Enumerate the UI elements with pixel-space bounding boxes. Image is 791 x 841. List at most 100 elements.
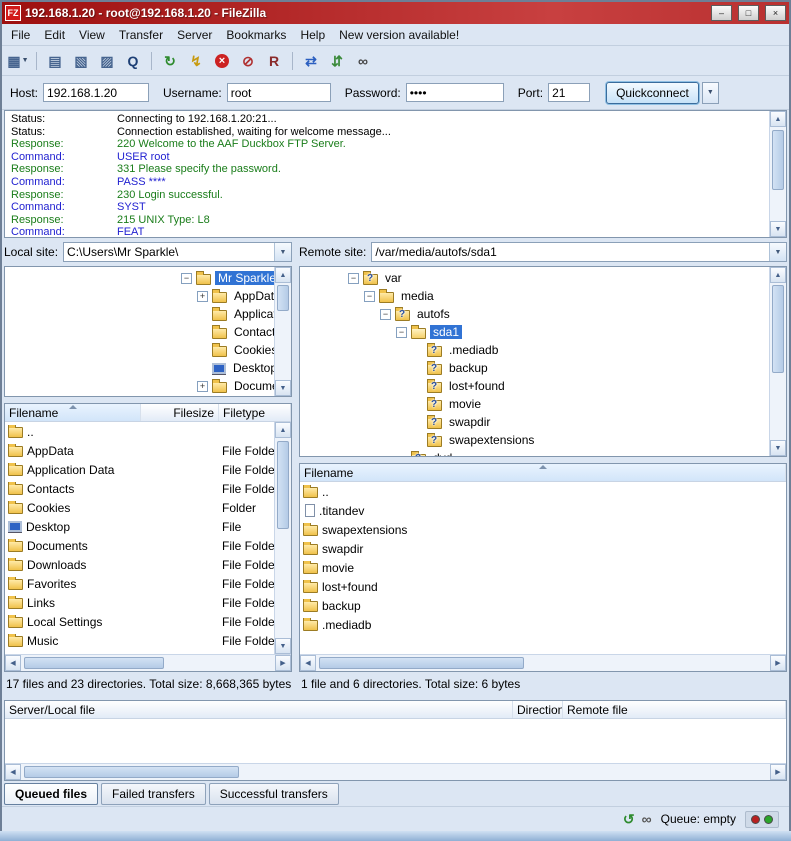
- file-row-lost-found[interactable]: lost+found: [300, 577, 786, 596]
- find-files-button[interactable]: ∞: [351, 49, 375, 72]
- username-input[interactable]: [227, 83, 331, 102]
- tab-successful-transfers[interactable]: Successful transfers: [209, 783, 339, 805]
- tree-item-appdata[interactable]: +AppData: [5, 287, 274, 305]
- remote-tree-scrollbar[interactable]: ▲▼: [769, 267, 786, 456]
- scroll-down-button[interactable]: ▼: [770, 440, 786, 456]
- column-header-server-local-file[interactable]: Server/Local file: [5, 701, 513, 718]
- tree-item-desktop[interactable]: Desktop: [5, 359, 274, 377]
- column-header-remote-file[interactable]: Remote file: [563, 701, 786, 718]
- minimize-button[interactable]: –: [711, 5, 732, 21]
- menu-item-file[interactable]: File: [4, 25, 37, 45]
- scrollbar-thumb[interactable]: [277, 441, 289, 529]
- file-row-desktop[interactable]: DesktopFile: [5, 517, 274, 536]
- tree-item-movie[interactable]: ?movie: [300, 395, 769, 413]
- process-queue-button[interactable]: ↯: [184, 49, 208, 72]
- tab-queued-files[interactable]: Queued files: [4, 783, 98, 805]
- scrollbar-thumb[interactable]: [319, 657, 524, 669]
- combo-dropdown-icon[interactable]: ▼: [769, 243, 786, 261]
- refresh-button[interactable]: ↻: [158, 49, 182, 72]
- tree-item-documents[interactable]: +Documents: [5, 377, 274, 395]
- scroll-down-button[interactable]: ▼: [275, 638, 291, 654]
- scrollbar-thumb[interactable]: [24, 766, 239, 778]
- remote-list-hscrollbar[interactable]: ◀▶: [300, 654, 786, 671]
- scroll-left-button[interactable]: ◀: [5, 655, 21, 671]
- scrollbar-thumb[interactable]: [277, 285, 289, 311]
- file-row-[interactable]: ..: [300, 482, 786, 501]
- tree-item-backup[interactable]: ?backup: [300, 359, 769, 377]
- scroll-up-button[interactable]: ▲: [275, 422, 291, 438]
- file-row-swapdir[interactable]: swapdir: [300, 539, 786, 558]
- host-input[interactable]: [43, 83, 149, 102]
- scroll-down-button[interactable]: ▼: [770, 221, 786, 237]
- scrollbar-thumb[interactable]: [772, 130, 784, 190]
- file-row-swapextensions[interactable]: swapextensions: [300, 520, 786, 539]
- tree-item-swapextensions[interactable]: ?swapextensions: [300, 431, 769, 449]
- message-log-scrollbar[interactable]: ▲▼: [769, 111, 786, 237]
- quickconnect-button[interactable]: Quickconnect: [606, 82, 699, 104]
- reconnect-button[interactable]: R: [262, 49, 286, 72]
- file-row-application-data[interactable]: Application DataFile Folder: [5, 460, 274, 479]
- file-row-favorites[interactable]: FavoritesFile Folder: [5, 574, 274, 593]
- scroll-right-button[interactable]: ▶: [770, 764, 786, 780]
- menu-item-server[interactable]: Server: [170, 25, 219, 45]
- column-header-filename[interactable]: Filename: [300, 464, 786, 481]
- file-row-music[interactable]: MusicFile Folder: [5, 631, 274, 650]
- tree-item-mediadb[interactable]: ?.mediadb: [300, 341, 769, 359]
- file-row-contacts[interactable]: ContactsFile Folder: [5, 479, 274, 498]
- column-header-filename[interactable]: Filename: [5, 404, 141, 421]
- scroll-left-button[interactable]: ◀: [5, 764, 21, 780]
- tree-item-downloads[interactable]: +Downloads: [5, 395, 274, 396]
- menu-item-bookmarks[interactable]: Bookmarks: [219, 25, 293, 45]
- close-button[interactable]: ×: [765, 5, 786, 21]
- toggle-message-log-button[interactable]: ▤: [43, 49, 67, 72]
- scroll-right-button[interactable]: ▶: [770, 655, 786, 671]
- toggle-queue-button[interactable]: Q: [121, 49, 145, 72]
- maximize-button[interactable]: □: [738, 5, 759, 21]
- menu-item-help[interactable]: Help: [293, 25, 332, 45]
- local-site-combobox[interactable]: C:\Users\Mr Sparkle\ ▼: [63, 242, 292, 262]
- scroll-up-button[interactable]: ▲: [770, 267, 786, 283]
- queue-hscrollbar[interactable]: ◀▶: [5, 763, 786, 780]
- column-header-direction[interactable]: Direction: [513, 701, 563, 718]
- scrollbar-thumb[interactable]: [24, 657, 164, 669]
- tree-item-sda1[interactable]: −sda1: [300, 323, 769, 341]
- tree-collapse-icon[interactable]: −: [364, 291, 375, 302]
- tree-item-contacts[interactable]: Contacts: [5, 323, 274, 341]
- file-row-links[interactable]: LinksFile Folder: [5, 593, 274, 612]
- directory-compare-button[interactable]: ⇄: [299, 49, 323, 72]
- password-input[interactable]: [406, 83, 504, 102]
- tree-collapse-icon[interactable]: −: [348, 273, 359, 284]
- scroll-left-button[interactable]: ◀: [300, 655, 316, 671]
- toggle-local-tree-button[interactable]: ▧: [69, 49, 93, 72]
- port-input[interactable]: [548, 83, 590, 102]
- local-list-vscrollbar[interactable]: ▲▼: [274, 422, 291, 654]
- tree-item-autofs[interactable]: −?autofs: [300, 305, 769, 323]
- tree-collapse-icon[interactable]: −: [380, 309, 391, 320]
- cancel-button[interactable]: ×: [210, 49, 234, 72]
- file-row-mediadb[interactable]: .mediadb: [300, 615, 786, 634]
- local-tree-scrollbar[interactable]: ▲▼: [274, 267, 291, 396]
- title-bar[interactable]: FZ 192.168.1.20 - root@192.168.1.20 - Fi…: [2, 2, 789, 24]
- column-header-filetype[interactable]: Filetype: [219, 404, 291, 421]
- file-row-local-settings[interactable]: Local SettingsFile Folder: [5, 612, 274, 631]
- quickconnect-dropdown-button[interactable]: ▼: [702, 82, 719, 104]
- file-row-downloads[interactable]: DownloadsFile Folder: [5, 555, 274, 574]
- tree-collapse-icon[interactable]: −: [396, 327, 407, 338]
- tree-expand-icon[interactable]: +: [197, 291, 208, 302]
- tree-item-swapdir[interactable]: ?swapdir: [300, 413, 769, 431]
- tab-failed-transfers[interactable]: Failed transfers: [101, 783, 206, 805]
- menu-item-edit[interactable]: Edit: [37, 25, 72, 45]
- window-border-bottom[interactable]: [0, 831, 791, 841]
- sync-browsing-button[interactable]: ⇵: [325, 49, 349, 72]
- column-header-filesize[interactable]: Filesize: [141, 404, 219, 421]
- tree-expand-icon[interactable]: +: [197, 381, 208, 392]
- file-row-movie[interactable]: movie: [300, 558, 786, 577]
- menu-item-new-version-available[interactable]: New version available!: [332, 25, 466, 45]
- tree-item-media[interactable]: −media: [300, 287, 769, 305]
- combo-dropdown-icon[interactable]: ▼: [274, 243, 291, 261]
- site-manager-button[interactable]: ▦▼: [6, 49, 30, 72]
- tree-item-lost-found[interactable]: ?lost+found: [300, 377, 769, 395]
- tree-collapse-icon[interactable]: −: [181, 273, 192, 284]
- tree-item-dvd[interactable]: ?dvd: [300, 449, 769, 456]
- file-row-[interactable]: ..: [5, 422, 274, 441]
